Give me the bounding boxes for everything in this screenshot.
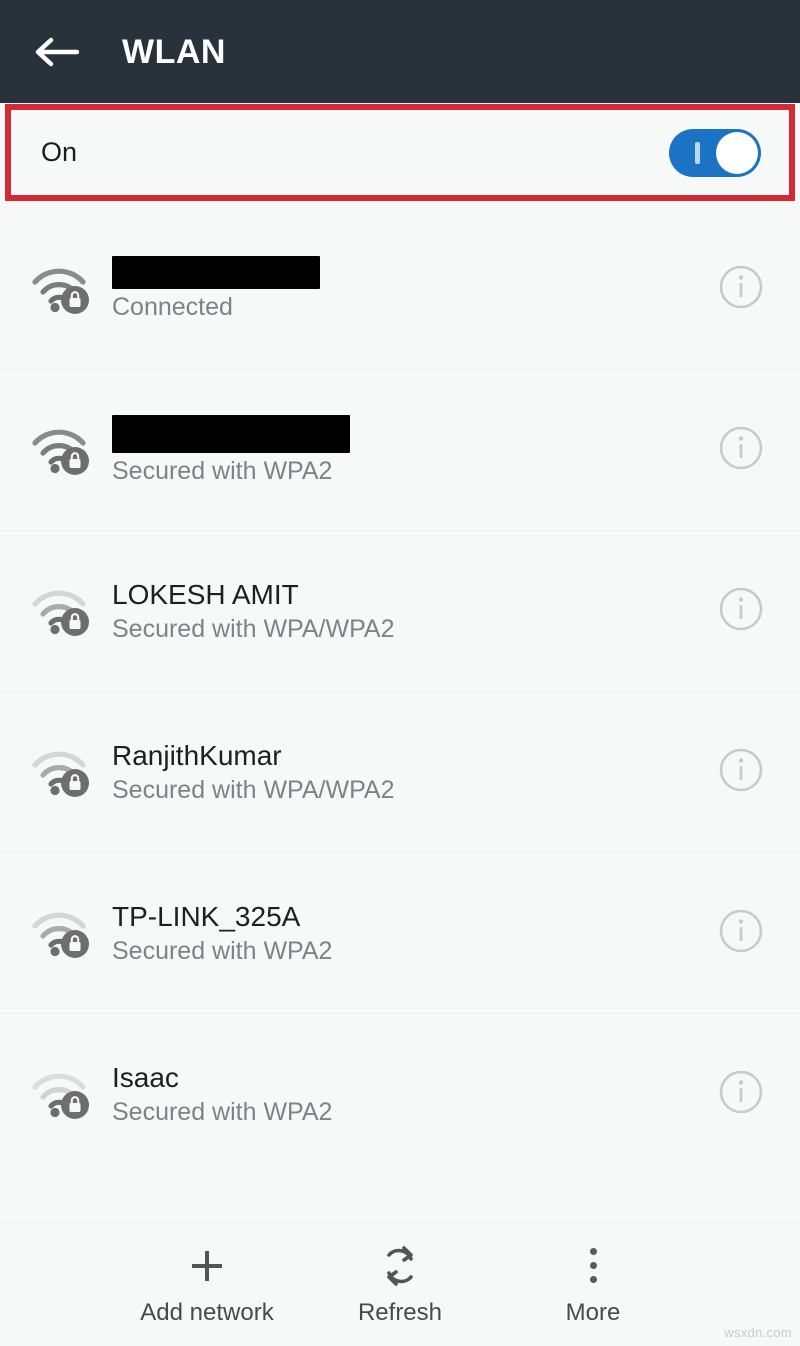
add-network-button[interactable]: Add network [111,1245,304,1325]
refresh-button[interactable]: Refresh [304,1245,497,1325]
network-info-button[interactable] [682,425,800,476]
more-button[interactable]: More [497,1245,690,1325]
network-ssid-redacted [112,256,320,290]
refresh-label: Refresh [357,1298,443,1326]
network-ssid: Isaac [112,1061,179,1093]
network-text: RanjithKumar Secured with WPA/WPA2 [112,740,682,805]
wifi-toggle-switch[interactable] [669,128,761,177]
plus-icon [187,1245,227,1287]
network-text: Connected [112,256,682,322]
refresh-icon [380,1245,420,1287]
overflow-menu-icon [589,1245,597,1287]
back-button[interactable] [14,0,98,103]
network-info-button[interactable] [682,908,800,959]
wifi-lock-icon [0,423,112,477]
network-ssid: TP-LINK_325A [112,900,301,932]
info-circle-icon [718,908,764,959]
more-label: More [565,1298,621,1326]
wifi-toggle-highlight-box: On [5,104,795,201]
network-text: TP-LINK_325A Secured with WPA2 [112,901,682,966]
info-circle-icon [718,586,764,637]
network-status: Connected [112,293,233,322]
network-status: Secured with WPA2 [112,936,333,965]
network-text: Isaac Secured with WPA2 [112,1062,682,1127]
wifi-lock-icon [0,1067,112,1121]
network-ssid: RanjithKumar [112,739,282,771]
wifi-lock-icon [0,745,112,799]
toggle-on-bar [695,141,700,164]
wifi-lock-icon [0,906,112,960]
network-status: Secured with WPA/WPA2 [112,775,395,804]
watermark: wsxdn.com [724,1325,792,1340]
network-status: Secured with WPA/WPA2 [112,614,395,643]
network-status: Secured with WPA2 [112,456,333,485]
wifi-switch-row[interactable]: On [11,110,789,195]
network-list-item[interactable]: RanjithKumar Secured with WPA/WPA2 [0,692,800,853]
network-list: Connected Secured with WPA2 LOKESH AMIT Sec… [0,209,800,1175]
arrow-left-icon [33,35,79,69]
network-list-item[interactable]: TP-LINK_325A Secured with WPA2 [0,853,800,1014]
network-text: Secured with WPA2 [112,414,682,486]
network-ssid-redacted [112,414,350,453]
wifi-lock-icon [0,584,112,638]
info-circle-icon [718,747,764,798]
wlan-settings-screen: WLAN On Connected Secured with WPA2 LOKESH… [0,0,800,1346]
network-info-button[interactable] [682,747,800,798]
network-info-button[interactable] [682,1069,800,1120]
info-circle-icon [718,264,764,315]
network-ssid: LOKESH AMIT [112,578,299,610]
add-network-label: Add network [140,1298,274,1326]
wifi-state-label: On [41,137,78,167]
info-circle-icon [718,1069,764,1120]
network-info-button[interactable] [682,586,800,637]
network-list-item[interactable]: Isaac Secured with WPA2 [0,1014,800,1175]
network-list-item[interactable]: Secured with WPA2 [0,370,800,531]
bottom-action-bar: Add network Refresh More [0,1223,800,1346]
page-title: WLAN [122,32,226,71]
network-list-item[interactable]: LOKESH AMIT Secured with WPA/WPA2 [0,531,800,692]
info-circle-icon [718,425,764,476]
list-spacer-row [0,1174,800,1223]
network-status: Secured with WPA2 [112,1097,333,1126]
network-list-item[interactable]: Connected [0,209,800,370]
wifi-lock-icon [0,262,112,316]
network-text: LOKESH AMIT Secured with WPA/WPA2 [112,579,682,644]
toggle-knob [716,131,758,174]
network-info-button[interactable] [682,264,800,315]
app-bar: WLAN [0,0,800,103]
